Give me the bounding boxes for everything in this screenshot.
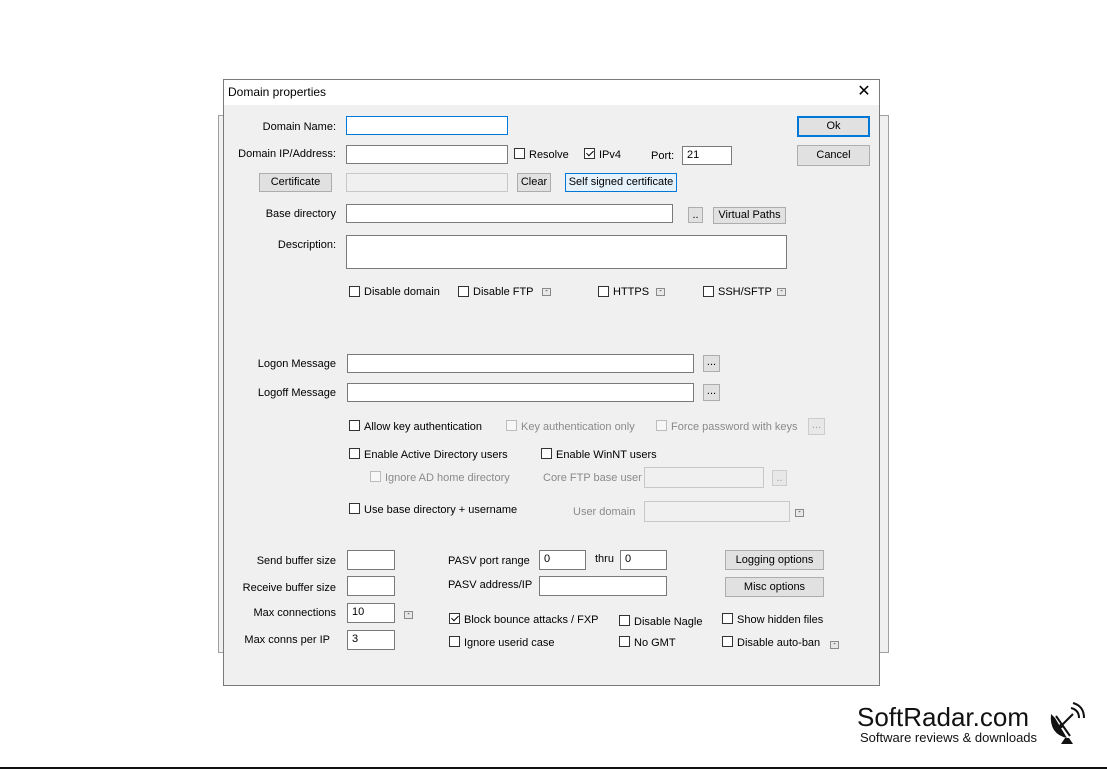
max-conns-per-ip-input[interactable]: 3 xyxy=(347,630,395,650)
enable-ad-checkbox[interactable] xyxy=(349,448,360,459)
base-directory-browse-button[interactable]: .. xyxy=(688,207,703,223)
force-password-label: Force password with keys xyxy=(671,421,798,433)
max-connections-input[interactable]: 10 xyxy=(347,603,395,623)
close-icon[interactable]: ✕ xyxy=(849,80,879,105)
certificate-input xyxy=(346,173,508,192)
base-user-browse-button: .. xyxy=(772,470,787,486)
ipv4-label: IPv4 xyxy=(599,149,622,161)
show-hidden-files-label: Show hidden files xyxy=(737,614,824,626)
pasv-port-to-input[interactable]: 0 xyxy=(620,550,667,570)
watermark-brand: SoftRadar.com xyxy=(857,702,1029,732)
https-options-button[interactable]: - xyxy=(656,288,665,296)
domain-name-input[interactable] xyxy=(346,116,508,135)
port-input[interactable]: 21 xyxy=(682,146,732,165)
show-hidden-files-checkbox[interactable] xyxy=(722,613,733,624)
logoff-message-browse-button[interactable]: ... xyxy=(703,384,720,401)
allow-key-auth-label: Allow key authentication xyxy=(364,421,483,433)
receive-buffer-input[interactable] xyxy=(347,576,395,596)
ok-button[interactable]: Ok xyxy=(797,116,870,137)
dialog-title: Domain properties xyxy=(228,85,327,99)
use-base-dir-username-checkbox[interactable] xyxy=(349,503,360,514)
key-options-button: ... xyxy=(808,418,825,435)
send-buffer-label: Send buffer size xyxy=(256,555,336,567)
ssh-options-button[interactable]: - xyxy=(777,288,786,296)
ignore-userid-case-label: Ignore userid case xyxy=(464,637,555,649)
max-conns-per-ip-label: Max conns per IP xyxy=(244,634,330,646)
ipv4-checkbox[interactable] xyxy=(584,148,595,159)
max-connections-label: Max connections xyxy=(253,607,336,619)
key-auth-only-label: Key authentication only xyxy=(521,421,635,433)
block-bounce-label: Block bounce attacks / FXP xyxy=(464,614,599,626)
resolve-label: Resolve xyxy=(529,149,569,161)
https-label: HTTPS xyxy=(613,286,650,298)
logoff-message-input[interactable] xyxy=(347,383,694,402)
user-domain-options-button[interactable]: - xyxy=(795,509,804,517)
disable-auto-ban-checkbox[interactable] xyxy=(722,636,733,647)
ssh-sftp-label: SSH/SFTP xyxy=(718,286,772,298)
domain-ip-input[interactable] xyxy=(346,145,508,164)
domain-ip-label: Domain IP/Address: xyxy=(238,148,336,160)
disable-ftp-label: Disable FTP xyxy=(473,286,534,298)
key-auth-only-checkbox xyxy=(506,420,517,431)
pasv-port-from-input[interactable]: 0 xyxy=(539,550,586,570)
use-base-dir-username-label: Use base directory + username xyxy=(364,504,518,516)
pasv-address-input[interactable] xyxy=(539,576,667,596)
title-bar: Domain properties ✕ xyxy=(224,80,879,105)
ignore-ad-home-label: Ignore AD home directory xyxy=(385,472,510,484)
virtual-paths-button[interactable]: Virtual Paths xyxy=(713,207,786,224)
self-signed-certificate-button[interactable]: Self signed certificate xyxy=(565,173,677,192)
domain-name-label: Domain Name: xyxy=(262,121,336,133)
core-ftp-base-user-label: Core FTP base user xyxy=(543,472,642,484)
enable-winnt-label: Enable WinNT users xyxy=(556,449,657,461)
force-password-checkbox xyxy=(656,420,667,431)
auto-ban-options-button[interactable]: - xyxy=(830,641,839,649)
ignore-ad-home-checkbox xyxy=(370,471,381,482)
description-label: Description: xyxy=(277,239,336,251)
no-gmt-checkbox[interactable] xyxy=(619,636,630,647)
logon-message-label: Logon Message xyxy=(257,358,336,370)
description-input[interactable] xyxy=(346,235,787,269)
disable-nagle-label: Disable Nagle xyxy=(634,616,703,628)
logoff-message-label: Logoff Message xyxy=(257,387,336,399)
core-ftp-base-user-input xyxy=(644,467,764,488)
ssh-sftp-checkbox[interactable] xyxy=(703,286,714,297)
disable-nagle-checkbox[interactable] xyxy=(619,615,630,626)
pasv-port-range-label: PASV port range xyxy=(448,555,530,567)
pasv-address-label: PASV address/IP xyxy=(448,579,533,591)
logon-message-browse-button[interactable]: ... xyxy=(703,355,720,372)
base-directory-input[interactable] xyxy=(346,204,673,223)
ignore-userid-case-checkbox[interactable] xyxy=(449,636,460,647)
max-connections-options-button[interactable]: - xyxy=(404,611,413,619)
satellite-dish-icon xyxy=(1050,702,1085,744)
disable-auto-ban-label: Disable auto-ban xyxy=(737,637,821,649)
disable-ftp-checkbox[interactable] xyxy=(458,286,469,297)
ftp-options-button[interactable]: - xyxy=(542,288,551,296)
user-domain-label: User domain xyxy=(573,506,636,518)
cancel-button[interactable]: Cancel xyxy=(797,145,870,166)
disable-domain-checkbox[interactable] xyxy=(349,286,360,297)
https-checkbox[interactable] xyxy=(598,286,609,297)
logon-message-input[interactable] xyxy=(347,354,694,373)
block-bounce-checkbox[interactable] xyxy=(449,613,460,624)
enable-winnt-checkbox[interactable] xyxy=(541,448,552,459)
misc-options-button[interactable]: Misc options xyxy=(725,577,824,597)
port-label: Port: xyxy=(651,150,675,162)
resolve-checkbox[interactable] xyxy=(514,148,525,159)
base-directory-label: Base directory xyxy=(265,208,336,220)
logging-options-button[interactable]: Logging options xyxy=(725,550,824,570)
clear-button[interactable]: Clear xyxy=(517,173,551,192)
allow-key-auth-checkbox[interactable] xyxy=(349,420,360,431)
no-gmt-label: No GMT xyxy=(634,637,676,649)
certificate-button[interactable]: Certificate xyxy=(259,173,332,192)
receive-buffer-label: Receive buffer size xyxy=(242,582,336,594)
user-domain-input xyxy=(644,501,790,522)
pasv-thru-label: thru xyxy=(595,553,614,565)
send-buffer-input[interactable] xyxy=(347,550,395,570)
enable-ad-label: Enable Active Directory users xyxy=(364,449,508,461)
watermark-tagline: Software reviews & downloads xyxy=(860,730,1038,745)
disable-domain-label: Disable domain xyxy=(364,286,440,298)
